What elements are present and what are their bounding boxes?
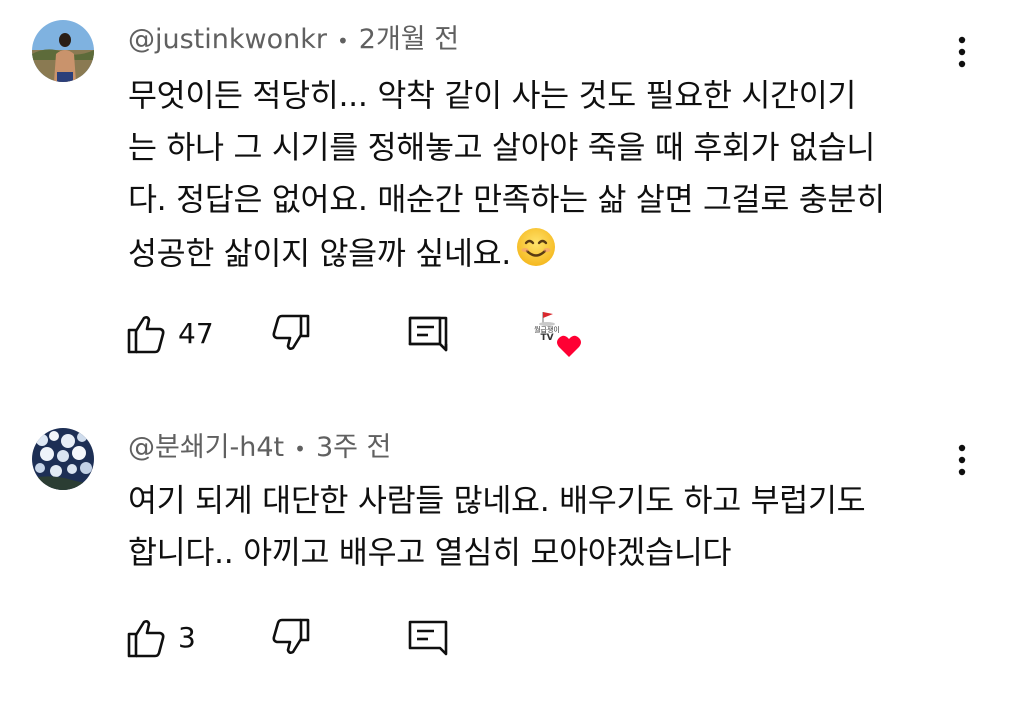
comment-text-line-last: 성공한 삶이지 않을까 싶네요.	[128, 226, 968, 278]
dislike-button[interactable]	[269, 614, 313, 662]
like-count: 47	[178, 317, 214, 350]
vertical-dots-icon	[958, 36, 966, 68]
comment-icon	[408, 316, 448, 352]
comment-text-line: 여기 되게 대단한 사람들 많네요. 배우기도 하고 부럽기도	[128, 483, 866, 519]
comment-text: 무엇이든 적당히... 악착 같이 사는 것도 필요한 시간이기 는 하나 그 …	[128, 70, 968, 278]
comment-time[interactable]: 2개월 전	[359, 24, 459, 55]
comment-text-line: 는 하나 그 시기를 정해놓고 살아야 죽을 때 후회가 없습니	[128, 130, 876, 166]
comment-item: @justinkwonkr • 2개월 전 무엇이든 적당히... 악착 같이 사는…	[0, 0, 1024, 400]
comment-text-segment: 성공한 삶이지 않을까 싶네요.	[128, 236, 512, 272]
reply-button[interactable]	[404, 310, 448, 358]
like-button[interactable]	[124, 310, 168, 358]
comment-icon	[408, 620, 448, 656]
more-options-button[interactable]	[942, 440, 982, 480]
avatar[interactable]	[32, 20, 94, 82]
smiling-face-icon	[515, 226, 557, 284]
dislike-button[interactable]	[269, 310, 313, 358]
comment-meta: @justinkwonkr • 2개월 전	[128, 22, 459, 58]
thumb-down-icon	[272, 618, 310, 654]
like-count: 3	[178, 621, 196, 654]
comment-meta: @분쇄기-h4t • 3주 전	[128, 430, 391, 466]
thumb-up-icon	[127, 620, 165, 658]
comment-text-line: 다. 정답은 없어요. 매순간 만족하는 삶 살면 그걸로 충분히	[128, 182, 885, 218]
author-name[interactable]: @분쇄기-h4t	[128, 432, 284, 463]
like-button[interactable]	[124, 614, 168, 662]
comment-text-line: 무엇이든 적당히... 악착 같이 사는 것도 필요한 시간이기	[128, 78, 857, 114]
comment-text-line: 합니다.. 아끼고 배우고 열심히 모아야겠습니다	[128, 535, 732, 571]
vertical-dots-icon	[958, 444, 966, 476]
thumb-down-icon	[272, 314, 310, 350]
separator-dot: •	[294, 437, 306, 461]
creator-heart: 월급쟁이 TV	[528, 310, 588, 366]
flag-icon	[539, 312, 555, 326]
avatar[interactable]	[32, 428, 94, 490]
author-name[interactable]: @justinkwonkr	[128, 24, 327, 55]
reply-button[interactable]	[404, 614, 448, 662]
thumb-up-icon	[127, 316, 165, 354]
more-options-button[interactable]	[942, 32, 982, 72]
comment-time[interactable]: 3주 전	[316, 432, 391, 463]
comment-item: @분쇄기-h4t • 3주 전 여기 되게 대단한 사람들 많네요. 배우기도 하고…	[0, 410, 1024, 726]
comment-text: 여기 되게 대단한 사람들 많네요. 배우기도 하고 부럽기도 합니다.. 아끼…	[128, 475, 968, 579]
separator-dot: •	[336, 29, 349, 53]
heart-icon	[556, 334, 582, 358]
